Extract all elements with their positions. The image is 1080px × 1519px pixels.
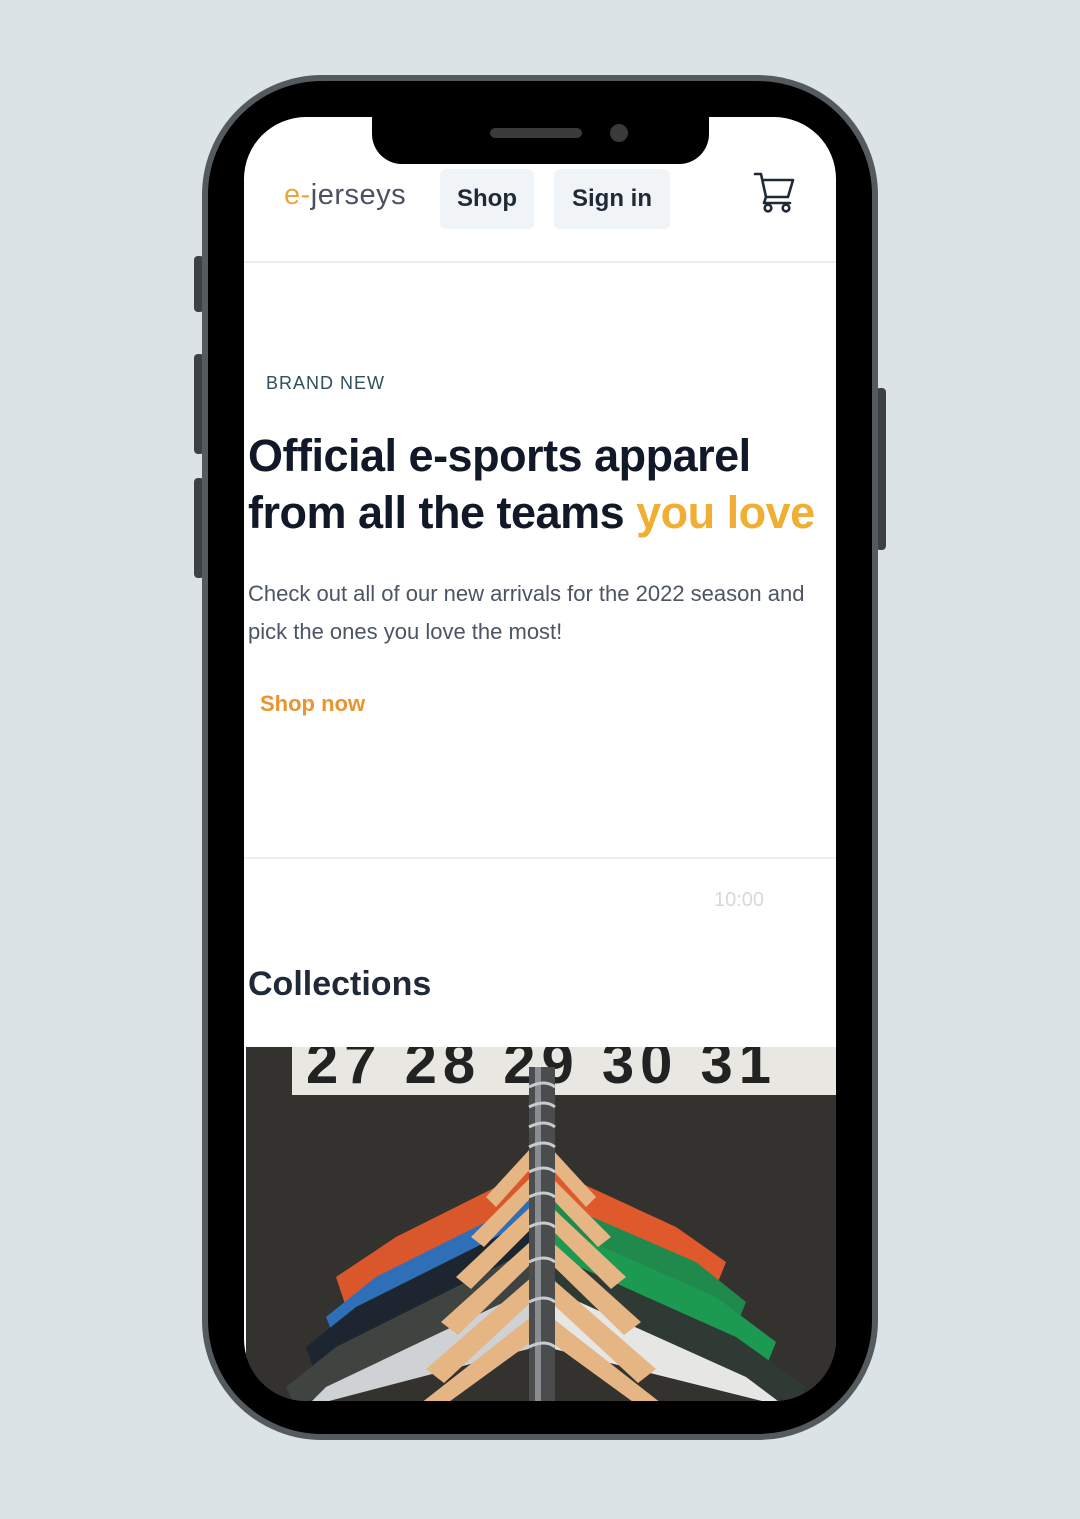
shopping-cart-icon-graphic [753, 172, 795, 213]
mockup-stage: e-jerseys Shop Sign in BRAND NEW Officia… [0, 0, 1080, 1519]
site-logo[interactable]: e-jerseys [284, 179, 406, 212]
collection-image[interactable]: 27 28 29 30 31 [246, 1047, 836, 1401]
hero-title: Official e-sports apparel from all the t… [248, 427, 836, 541]
shop-now-link[interactable]: Shop now [260, 691, 365, 717]
phone-camera [610, 124, 628, 142]
section-divider [244, 857, 836, 859]
shopping-cart-icon[interactable] [752, 169, 798, 215]
logo-name: jerseys [310, 179, 407, 211]
nav-sign-in-button[interactable]: Sign in [554, 169, 670, 229]
hero-description: Check out all of our new arrivals for th… [248, 581, 805, 644]
nav-shop-button[interactable]: Shop [440, 169, 534, 229]
hero-eyebrow: BRAND NEW [266, 373, 386, 393]
logo-prefix: e- [284, 179, 311, 211]
clothing-rack-illustration: 27 28 29 30 31 [246, 1047, 836, 1401]
status-time: 10:00 [714, 889, 765, 911]
phone-notch [372, 112, 709, 164]
phone-screen: e-jerseys Shop Sign in BRAND NEW Officia… [244, 117, 836, 1401]
phone-speaker [490, 128, 582, 138]
hero-title-accent: you love [636, 487, 815, 538]
collections-heading: Collections [248, 965, 432, 1003]
